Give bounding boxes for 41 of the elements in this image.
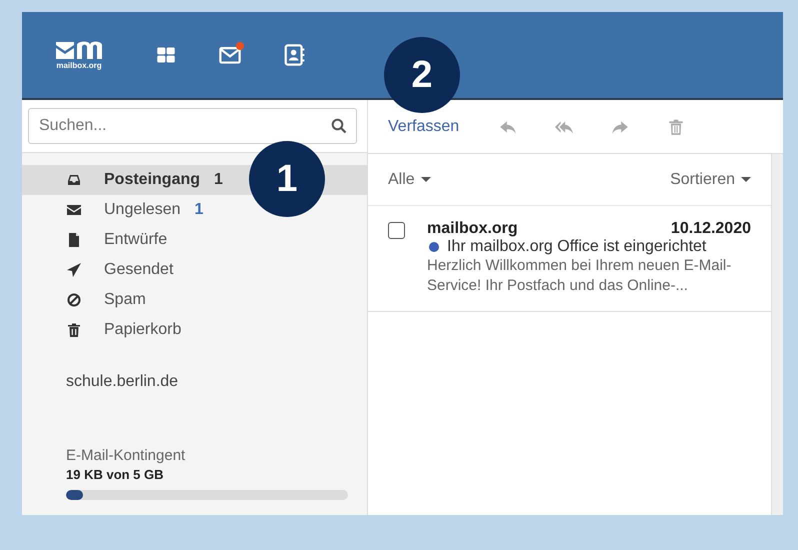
filter-dropdown[interactable]: Alle [388, 170, 431, 188]
app-launcher-button[interactable] [282, 43, 306, 67]
quota-label: E-Mail-Kontingent [66, 447, 186, 464]
mailbox-logo-icon [56, 40, 102, 60]
quota-usage: 19 KB von 5 GB [66, 467, 165, 482]
folder-label: Papierkorb [104, 321, 182, 339]
contact-book-icon [283, 44, 305, 66]
message-item[interactable]: mailbox.org 10.12.2020 Ihr mailbox.org Office ist eingerichtet Herzlich Willkommen bei Ihrem neuen E-Mail-Service! Ihr Postfach und das Online-... [368, 206, 771, 312]
folder-item[interactable]: Entwürfe [22, 225, 367, 255]
prohibited-icon [66, 292, 82, 308]
envelope-icon [66, 202, 82, 218]
search-field[interactable]: Suchen... [28, 108, 357, 144]
unread-count: 1 [194, 201, 204, 219]
sender-name: mailbox.org [427, 220, 518, 238]
folder-item[interactable]: Papierkorb [22, 315, 367, 345]
unread-count: 1 [214, 171, 223, 189]
paper-plane-icon [66, 262, 82, 278]
inbox-icon [66, 172, 82, 188]
folder-item[interactable]: Spam [22, 285, 367, 315]
folder-label: Entwürfe [104, 231, 168, 249]
trash-icon [667, 118, 686, 136]
envelope-icon [219, 44, 241, 66]
folder-label: Gesendet [104, 261, 174, 279]
compose-button[interactable]: Verfassen [388, 118, 460, 136]
account-name: schule.berlin.de [65, 373, 180, 391]
search-icon [331, 118, 347, 134]
folder-label: Ungelesen [104, 201, 180, 219]
folder-label: Spam [104, 291, 146, 309]
trash-icon [66, 322, 82, 338]
message-date: 10.12.2020 [670, 220, 751, 238]
checkbox[interactable] [388, 222, 405, 239]
message-subject: Ihr mailbox.org Office ist eingerichtet [447, 238, 706, 256]
folder-label: Posteingang [104, 171, 200, 189]
sort-dropdown[interactable]: Sortieren [670, 170, 751, 188]
folder-item[interactable]: Gesendet [22, 255, 367, 285]
logo-text: mailbox.org [56, 61, 102, 70]
grid-icon [156, 45, 176, 65]
caret-icon [741, 177, 751, 182]
caret-icon [420, 177, 431, 182]
message-preview: Herzlich Willkommen bei Ihrem neuen E-Mail-Service! Ihr Postfach und das Online-... [427, 256, 732, 295]
document-icon [66, 232, 82, 248]
